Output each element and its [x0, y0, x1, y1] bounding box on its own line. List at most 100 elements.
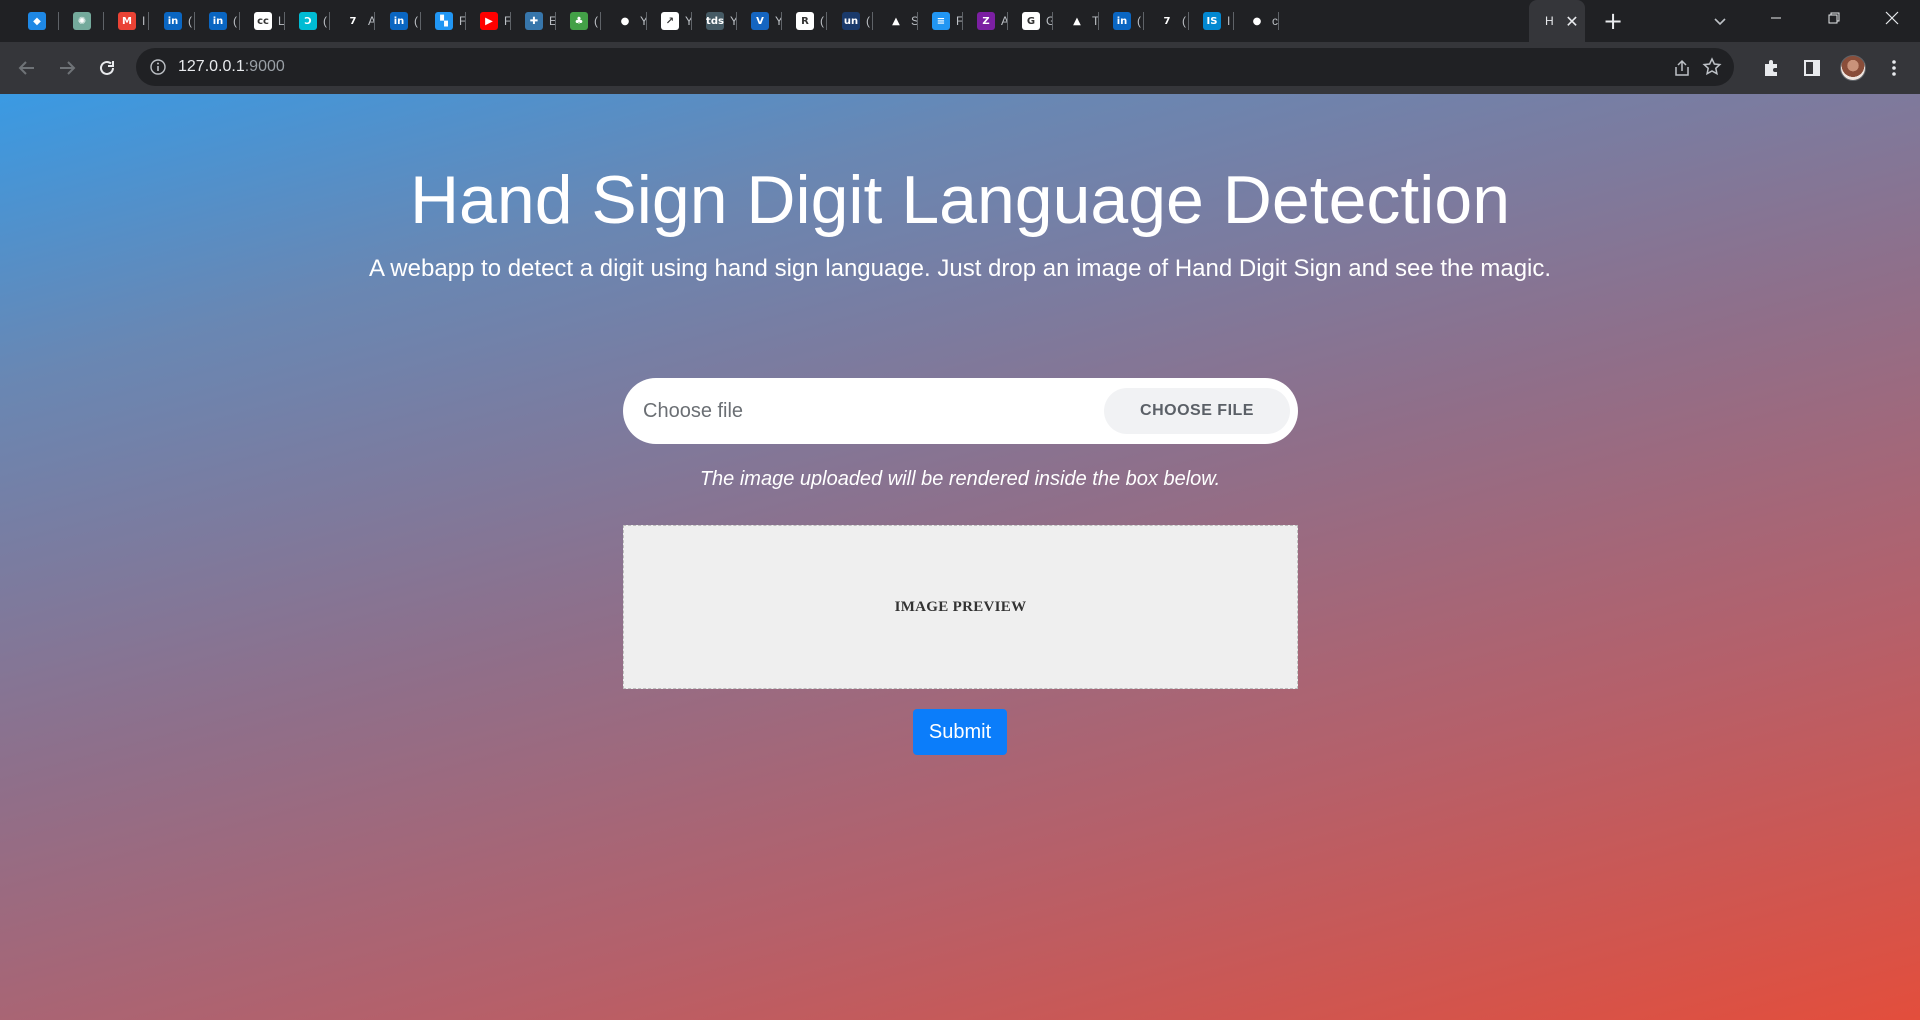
minimize-button[interactable] — [1753, 0, 1799, 36]
tab-separator — [148, 12, 149, 30]
share-icon[interactable] — [1672, 58, 1692, 78]
youtube-icon: ▶ — [480, 12, 498, 30]
browser-tab[interactable]: IS I — [1189, 5, 1234, 37]
page-subtitle: A webapp to detect a digit using hand si… — [368, 255, 1552, 282]
kebab-menu-icon — [1892, 60, 1896, 76]
github-icon: ● — [616, 12, 634, 30]
linkedin-icon: in — [209, 12, 227, 30]
stack-icon: ▚ — [435, 12, 453, 30]
browser-tab[interactable]: VY — [737, 5, 782, 37]
back-button[interactable] — [13, 54, 41, 82]
browser-tab[interactable]: 7A — [330, 5, 375, 37]
tab-separator — [826, 12, 827, 30]
browser-toolbar: 127.0.0.1:9000 — [0, 42, 1920, 94]
bookmark-star-icon[interactable] — [1702, 57, 1722, 77]
upload-hint: The image uploaded will be rendered insi… — [699, 468, 1221, 490]
file-input[interactable]: Choose file CHOOSE FILE — [623, 378, 1298, 444]
reload-button[interactable] — [93, 54, 121, 82]
google-icon: G — [1022, 12, 1040, 30]
puzzle-icon — [1765, 60, 1777, 76]
url-port: :9000 — [244, 58, 285, 75]
arrow-left-icon — [18, 61, 34, 75]
browser-tab[interactable]: in( — [150, 5, 195, 37]
active-tab-title: H — [1545, 14, 1554, 28]
mountain-icon: ▲ — [887, 12, 905, 30]
close-icon — [1885, 11, 1899, 25]
browser-tab[interactable]: ♣( — [556, 5, 601, 37]
browser-tab[interactable]: ▶ F — [466, 5, 511, 37]
url-host: 127.0.0.1 — [178, 58, 245, 75]
tab-separator — [1278, 12, 1279, 30]
gmail-icon: M — [118, 12, 136, 30]
browser-tab[interactable]: ✚ E — [511, 5, 556, 37]
github-icon: ● — [1248, 12, 1266, 30]
r6-icon: R — [796, 12, 814, 30]
browser-tab[interactable]: un( — [828, 5, 873, 37]
browser-tab[interactable]: GG — [1008, 5, 1053, 37]
submit-button[interactable]: Submit — [913, 709, 1007, 755]
page-title: Hand Sign Digit Language Detection — [409, 162, 1511, 238]
browser-tab[interactable]: ▲ T — [1054, 5, 1099, 37]
linkedin-icon: in — [164, 12, 182, 30]
doc-icon: ≡ — [932, 12, 950, 30]
tab-separator — [600, 12, 601, 30]
forward-button[interactable] — [53, 54, 81, 82]
z-circle-icon: Z — [977, 12, 995, 30]
choose-file-button[interactable]: CHOOSE FILE — [1104, 388, 1290, 434]
browser-tab[interactable]: ✺ — [59, 5, 104, 37]
image-preview-label: IMAGE PREVIEW — [894, 598, 1027, 615]
image-preview-box: IMAGE PREVIEW — [623, 525, 1298, 689]
openai-icon: ✺ — [73, 12, 91, 30]
gem-icon: ◆ — [28, 12, 46, 30]
python-icon: ✚ — [525, 12, 543, 30]
browser-tab[interactable]: in( — [1099, 5, 1144, 37]
side-panel-button[interactable] — [1798, 54, 1826, 82]
info-icon[interactable] — [150, 59, 166, 75]
linkedin-icon: in — [390, 12, 408, 30]
browser-tab[interactable]: cc L — [240, 5, 285, 37]
browser-tab[interactable]: ▚ F — [421, 5, 466, 37]
browser-tab[interactable]: R( — [782, 5, 827, 37]
tds-icon: tds — [706, 12, 724, 30]
active-tab[interactable]: H ✕ — [1529, 0, 1585, 42]
browser-tab[interactable]: ≡ F — [918, 5, 963, 37]
minimize-icon — [1771, 17, 1781, 19]
browser-menu-button[interactable] — [1880, 54, 1908, 82]
browser-tab[interactable]: Ↄ( — [285, 5, 330, 37]
v-icon: V — [751, 12, 769, 30]
browser-tab[interactable]: ▲ S — [873, 5, 918, 37]
browser-tab[interactable]: ● c — [1234, 5, 1279, 37]
extensions-button[interactable] — [1758, 54, 1786, 82]
browser-tab[interactable]: ↗ Y — [647, 5, 692, 37]
side-panel-icon — [1804, 60, 1820, 76]
page-body: Hand Sign Digit Language Detection A web… — [0, 94, 1920, 1020]
browser-tab[interactable]: ● Y — [602, 5, 647, 37]
tab-strip: ◆ ✺ M Iin(in(cc L Ↄ(7 Ain(▚ F ▶ F ✚ E ♣(● Y ↗ Ytds Y V Y R(… — [0, 0, 1920, 42]
close-window-button[interactable] — [1869, 0, 1915, 36]
browser-tab[interactable]: tds Y — [692, 5, 737, 37]
tab-separator — [1052, 12, 1053, 30]
cisco-icon: cc — [254, 12, 272, 30]
close-tab-icon[interactable]: ✕ — [1563, 12, 1581, 31]
browser-tab[interactable]: 7( — [1144, 5, 1189, 37]
linkedin-icon: in — [1113, 12, 1131, 30]
browser-tab[interactable]: in( — [195, 5, 240, 37]
z-icon: 7 — [344, 12, 362, 30]
browser-tab[interactable]: in( — [376, 5, 421, 37]
tab-search-button[interactable] — [1708, 9, 1732, 33]
mountain-icon: ▲ — [1068, 12, 1086, 30]
restore-button[interactable] — [1811, 0, 1857, 36]
browser-tab[interactable]: ZA — [963, 5, 1008, 37]
tab-separator — [374, 12, 375, 30]
file-input-placeholder: Choose file — [643, 400, 744, 422]
tree-icon: ♣ — [570, 12, 588, 30]
z-icon: 7 — [1158, 12, 1176, 30]
url-text[interactable]: 127.0.0.1:9000 — [178, 58, 285, 76]
restore-icon — [1828, 12, 1840, 24]
browser-tab[interactable]: MI — [104, 5, 149, 37]
reload-icon — [100, 60, 114, 75]
profile-avatar[interactable] — [1840, 55, 1866, 81]
new-tab-button[interactable]: + — [1599, 7, 1627, 35]
address-bar[interactable]: 127.0.0.1:9000 — [136, 48, 1734, 86]
browser-tab[interactable]: ◆ — [14, 5, 59, 37]
